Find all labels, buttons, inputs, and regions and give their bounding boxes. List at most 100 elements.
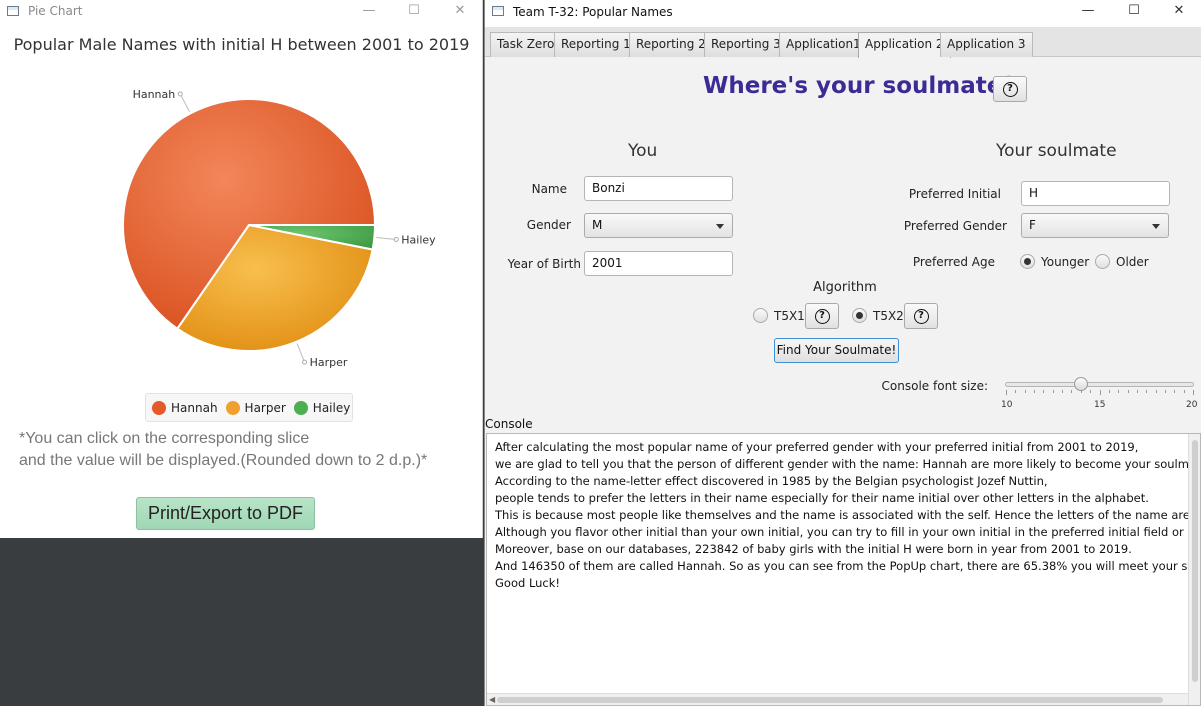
help-icon: ? [1002, 81, 1018, 97]
slider-tick [1164, 390, 1166, 393]
pie-window-titlebar[interactable]: Pie Chart — ☐ ✕ [0, 0, 482, 24]
radio-indicator[interactable] [1020, 254, 1035, 269]
minimize-button[interactable]: — [346, 0, 392, 24]
console-line: Although you flavor other initial than y… [495, 525, 1201, 539]
close-button[interactable]: ✕ [437, 0, 483, 24]
horizontal-scrollbar-thumb[interactable] [497, 697, 1163, 703]
title-help-button[interactable]: ? [993, 76, 1027, 102]
tab-bar: Task Zero Reporting 1 Reporting 2 Report… [485, 27, 1201, 58]
export-pdf-button[interactable]: Print/Export to PDF [136, 497, 315, 530]
legend-label: Hailey [312, 400, 351, 415]
legend-label: Hannah [171, 400, 218, 415]
console-line: According to the name-letter effect disc… [495, 474, 1048, 488]
console-line: people tends to prefer the letters in th… [495, 491, 1149, 505]
click-slice-note: *You can click on the corresponding slic… [19, 428, 427, 472]
you-section-title: You [628, 141, 658, 161]
legend-item-hailey: Hailey [293, 400, 351, 415]
gender-select-value: M [592, 218, 603, 232]
slider-tick [1099, 390, 1101, 395]
horizontal-scrollbar[interactable]: ◀ [487, 693, 1188, 705]
legend-swatch [225, 400, 240, 415]
help-icon: ? [913, 308, 929, 324]
maximize-button[interactable]: ☐ [1111, 0, 1157, 24]
chevron-down-icon [1152, 224, 1160, 229]
radio-indicator[interactable] [852, 308, 867, 323]
preferred-initial-label: Preferred Initial [908, 187, 1001, 201]
font-size-slider-track[interactable] [1005, 382, 1194, 387]
radio-label: Younger [1041, 254, 1090, 269]
close-button[interactable]: ✕ [1156, 0, 1201, 24]
age-younger-radio[interactable]: Younger [1020, 254, 1089, 269]
algorithm-label: Algorithm [813, 280, 877, 295]
console-line: After calculating the most popular name … [495, 440, 1139, 454]
console-output[interactable]: After calculating the most popular name … [486, 433, 1201, 706]
maximize-button[interactable]: ☐ [391, 0, 437, 24]
algorithm-t5x2-radio[interactable]: T5X2 [852, 308, 904, 323]
console-line: Good Luck! [495, 576, 561, 590]
vertical-scrollbar-thumb[interactable] [1192, 440, 1198, 682]
legend-swatch [293, 400, 308, 415]
vertical-scrollbar[interactable] [1188, 434, 1200, 705]
font-size-slider-thumb[interactable] [1073, 377, 1088, 391]
slider-tick [1193, 390, 1194, 395]
radio-indicator[interactable] [1095, 254, 1110, 269]
main-window: Team T-32: Popular Names — ☐ ✕ Task Zero… [484, 0, 1201, 706]
pie-label-leader [179, 93, 190, 112]
slider-tick [1052, 390, 1054, 393]
pie-chart: Hannah Harper Hailey [122, 88, 436, 369]
slider-tick [1015, 390, 1017, 393]
find-soulmate-button[interactable]: Find Your Soulmate! [774, 338, 899, 363]
radio-label: Older [1116, 254, 1149, 269]
name-input[interactable]: Bonzi [584, 176, 733, 201]
tab-reporting-1[interactable]: Reporting 1 [554, 32, 638, 57]
slider-tick-label: 15 [1094, 400, 1106, 410]
legend-label: Harper [244, 400, 286, 415]
t5x2-help-button[interactable]: ? [904, 303, 938, 329]
radio-indicator[interactable] [753, 308, 768, 323]
slider-tick [1183, 390, 1185, 393]
tab-reporting-3[interactable]: Reporting 3 [704, 32, 788, 57]
main-window-titlebar[interactable]: Team T-32: Popular Names — ☐ ✕ [485, 0, 1201, 27]
slider-tick [1174, 390, 1176, 393]
radio-label: T5X2 [873, 308, 904, 323]
chevron-down-icon [716, 224, 724, 229]
tab-application-2[interactable]: Application 2 [858, 32, 951, 58]
pie-label-marker [393, 236, 399, 242]
slider-tick [1006, 390, 1007, 395]
slider-tick [1034, 390, 1036, 393]
gender-select[interactable]: M [584, 213, 733, 238]
tab-reporting-2[interactable]: Reporting 2 [629, 32, 713, 57]
year-of-birth-input[interactable]: 2001 [584, 251, 733, 276]
slider-tick [1146, 390, 1148, 393]
chart-title: Popular Male Names with initial H betwee… [13, 35, 470, 54]
slider-tick [1127, 390, 1129, 393]
minimize-button[interactable]: — [1065, 0, 1111, 24]
year-of-birth-label: Year of Birth [507, 257, 581, 271]
age-older-radio[interactable]: Older [1095, 254, 1149, 269]
slider-tick-label: 20 [1186, 400, 1198, 410]
scroll-left-icon[interactable]: ◀ [489, 695, 495, 704]
gender-label: Gender [526, 218, 571, 232]
preferred-initial-input[interactable]: H [1021, 181, 1170, 206]
tab-application-1[interactable]: Application1 [779, 32, 868, 57]
pie-label-harper: Harper [310, 356, 348, 369]
preferred-gender-label: Preferred Gender [903, 219, 1007, 233]
pie-label-hannah: Hannah [133, 88, 176, 101]
tab-task-zero[interactable]: Task Zero [490, 32, 562, 57]
slider-tick [1043, 390, 1045, 393]
radio-label: T5X1 [774, 308, 805, 323]
pie-label-leader [376, 237, 397, 240]
slider-tick [1118, 390, 1120, 393]
java-app-icon [492, 6, 504, 16]
t5x1-help-button[interactable]: ? [805, 303, 839, 329]
preferred-gender-select[interactable]: F [1021, 213, 1169, 238]
name-label: Name [531, 182, 567, 196]
algorithm-t5x1-radio[interactable]: T5X1 [753, 308, 805, 323]
slider-tick-label: 10 [1001, 400, 1013, 410]
help-icon: ? [814, 308, 830, 324]
slider-tick [1062, 390, 1064, 393]
preferred-age-label: Preferred Age [912, 255, 995, 269]
slider-tick [1071, 390, 1073, 393]
preferred-gender-value: F [1029, 218, 1036, 232]
tab-application-3[interactable]: Application 3 [940, 32, 1033, 57]
